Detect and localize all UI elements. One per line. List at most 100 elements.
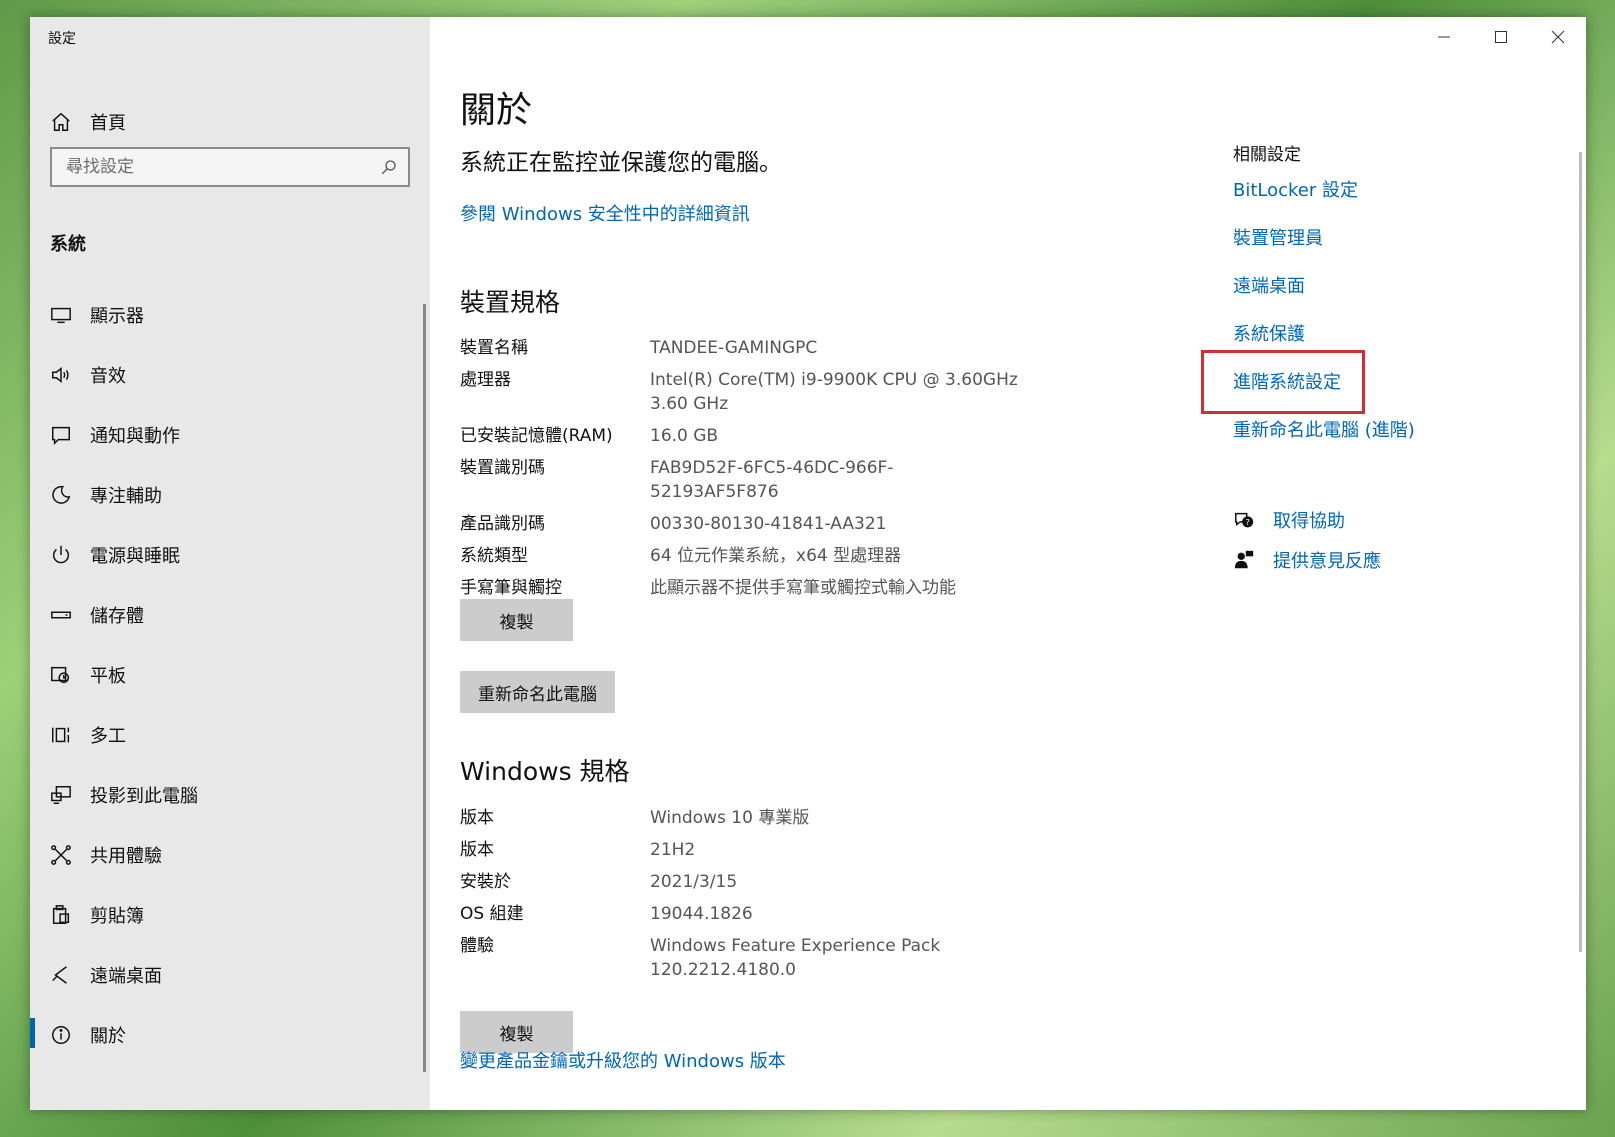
change-product-key-link[interactable]: 變更產品金鑰或升級您的 Windows 版本 — [460, 1047, 786, 1073]
search-input[interactable] — [66, 157, 380, 177]
sidebar-item-tablet[interactable]: 平板 — [30, 645, 420, 705]
sidebar-home[interactable]: 首頁 — [50, 109, 126, 135]
sidebar-nav: 顯示器 音效 通知與動作 專注輔助 電源與睡眠 儲存體 平板 多工 投影到此電腦… — [30, 285, 420, 1065]
sidebar-item-display[interactable]: 顯示器 — [30, 285, 420, 345]
spec-value: Windows 10 專業版 — [650, 808, 810, 828]
sidebar-item-sound[interactable]: 音效 — [30, 345, 420, 405]
power-icon — [52, 545, 70, 564]
app-title: 設定 — [48, 31, 76, 47]
search-icon[interactable] — [380, 158, 398, 176]
sidebar-item-storage[interactable]: 儲存體 — [30, 585, 420, 645]
copy-device-specs-button[interactable]: 複製 — [460, 599, 573, 641]
table-row: 裝置名稱 TANDEE-GAMINGPC — [460, 336, 1020, 360]
windows-specs-heading: Windows 規格 — [460, 757, 630, 786]
speaker-icon — [52, 367, 69, 383]
device-specs-heading: 裝置規格 — [460, 288, 561, 317]
sidebar-item-multitasking[interactable]: 多工 — [30, 705, 420, 765]
close-button[interactable] — [1529, 17, 1586, 57]
spec-key: 裝置名稱 — [460, 338, 528, 358]
sidebar-item-label: 專注輔助 — [90, 486, 162, 507]
bitlocker-settings-link[interactable]: BitLocker 設定 — [1233, 179, 1493, 227]
get-help-label: 取得協助 — [1273, 511, 1345, 532]
sidebar-item-clipboard[interactable]: 剪貼簿 — [30, 885, 420, 945]
sidebar-item-label: 音效 — [90, 366, 126, 387]
content-scrollbar[interactable] — [1579, 152, 1582, 952]
highlight-box — [1201, 350, 1365, 414]
minimize-button[interactable] — [1415, 17, 1472, 57]
spec-value: Intel(R) Core(TM) i9-9900K CPU @ 3.60GHz… — [650, 368, 1020, 416]
table-row: 版本 21H2 — [460, 838, 1020, 862]
storage-icon — [51, 611, 71, 619]
security-details-link[interactable]: 參閱 Windows 安全性中的詳細資訊 — [460, 200, 750, 226]
table-row: OS 組建 19044.1826 — [460, 902, 1020, 926]
spec-key: 裝置識別碼 — [460, 458, 545, 478]
sidebar-item-label: 遠端桌面 — [90, 966, 162, 987]
maximize-button[interactable] — [1472, 17, 1529, 57]
device-manager-link[interactable]: 裝置管理員 — [1233, 227, 1493, 275]
sidebar-item-shared-experiences[interactable]: 共用體驗 — [30, 825, 420, 885]
remote-desktop-link[interactable]: 遠端桌面 — [1233, 275, 1493, 323]
sidebar: 設定 首頁 系統 顯示器 音效 通知與動作 — [30, 17, 430, 1110]
sidebar-item-about[interactable]: 關於 — [30, 1005, 420, 1065]
search-box[interactable] — [50, 147, 410, 187]
sidebar-item-label: 顯示器 — [90, 306, 144, 327]
spec-value: 21H2 — [650, 840, 696, 860]
feedback-icon — [1234, 550, 1254, 569]
sidebar-item-remote-desktop[interactable]: 遠端桌面 — [30, 945, 420, 1005]
remote-icon — [52, 966, 67, 984]
rename-pc-advanced-link[interactable]: 重新命名此電腦 (進階) — [1233, 419, 1493, 467]
window-controls — [1415, 17, 1586, 57]
spec-key: 處理器 — [460, 370, 511, 390]
sidebar-item-label: 多工 — [90, 726, 126, 747]
settings-window: 設定 首頁 系統 顯示器 音效 通知與動作 — [30, 17, 1586, 1110]
svg-text:?: ? — [1245, 517, 1249, 527]
related-settings: 相關設定 BitLocker 設定 裝置管理員 遠端桌面 系統保護 進階系統設定… — [1233, 140, 1493, 467]
close-icon — [1551, 30, 1564, 44]
spec-value: Windows Feature Experience Pack 120.2212… — [650, 934, 1020, 982]
moon-icon — [52, 485, 71, 504]
project-icon — [51, 786, 71, 804]
clipboard-icon — [52, 905, 70, 924]
spec-value: 64 位元作業系統，x64 型處理器 — [650, 546, 902, 566]
multitask-icon — [52, 727, 70, 743]
sidebar-item-project[interactable]: 投影到此電腦 — [30, 765, 420, 825]
sidebar-item-power[interactable]: 電源與睡眠 — [30, 525, 420, 585]
sidebar-scrollbar[interactable] — [423, 304, 426, 1072]
spec-key: 體驗 — [460, 936, 494, 956]
spec-value: 2021/3/15 — [650, 872, 738, 892]
sidebar-item-label: 共用體驗 — [90, 846, 162, 867]
spec-key: 版本 — [460, 808, 494, 828]
maximize-icon — [1494, 31, 1507, 43]
sidebar-item-label: 平板 — [90, 666, 126, 687]
spec-key: 版本 — [460, 840, 494, 860]
share-icon — [51, 845, 71, 865]
sidebar-item-notifications[interactable]: 通知與動作 — [30, 405, 420, 465]
table-row: 裝置識別碼 FAB9D52F-6FC5-46DC-966F-52193AF5F8… — [460, 456, 1020, 504]
sidebar-item-label: 電源與睡眠 — [90, 546, 180, 567]
get-help-link[interactable]: ? 取得協助 — [1233, 500, 1381, 540]
spec-key: 手寫筆與觸控 — [460, 578, 562, 598]
feedback-link[interactable]: 提供意見反應 — [1233, 540, 1381, 580]
notification-icon — [52, 426, 70, 446]
sidebar-item-focus-assist[interactable]: 專注輔助 — [30, 465, 420, 525]
sidebar-item-label: 關於 — [90, 1026, 126, 1047]
related-settings-title: 相關設定 — [1233, 145, 1301, 165]
table-row: 產品識別碼 00330-80130-41841-AA321 — [460, 512, 1020, 536]
spec-key: 已安裝記憶體(RAM) — [460, 426, 613, 446]
sidebar-item-label: 儲存體 — [90, 606, 144, 627]
table-row: 系統類型 64 位元作業系統，x64 型處理器 — [460, 544, 1020, 568]
help-links: ? 取得協助 提供意見反應 — [1233, 500, 1381, 580]
spec-value: 此顯示器不提供手寫筆或觸控式輸入功能 — [650, 578, 956, 598]
spec-value: 16.0 GB — [650, 426, 719, 446]
spec-value: 00330-80130-41841-AA321 — [650, 514, 887, 534]
rename-pc-button[interactable]: 重新命名此電腦 — [460, 671, 615, 713]
minimize-icon — [1437, 36, 1450, 38]
feedback-label: 提供意見反應 — [1273, 551, 1381, 572]
spec-key: 產品識別碼 — [460, 514, 545, 534]
spec-value: TANDEE-GAMINGPC — [650, 338, 818, 358]
spec-value-line: 120.2212.4180.0 — [650, 960, 797, 980]
sidebar-item-label: 投影到此電腦 — [90, 786, 198, 807]
spec-value-line: 3.60 GHz — [650, 394, 729, 414]
spec-value: 19044.1826 — [650, 904, 753, 924]
spec-key: OS 組建 — [460, 904, 524, 924]
